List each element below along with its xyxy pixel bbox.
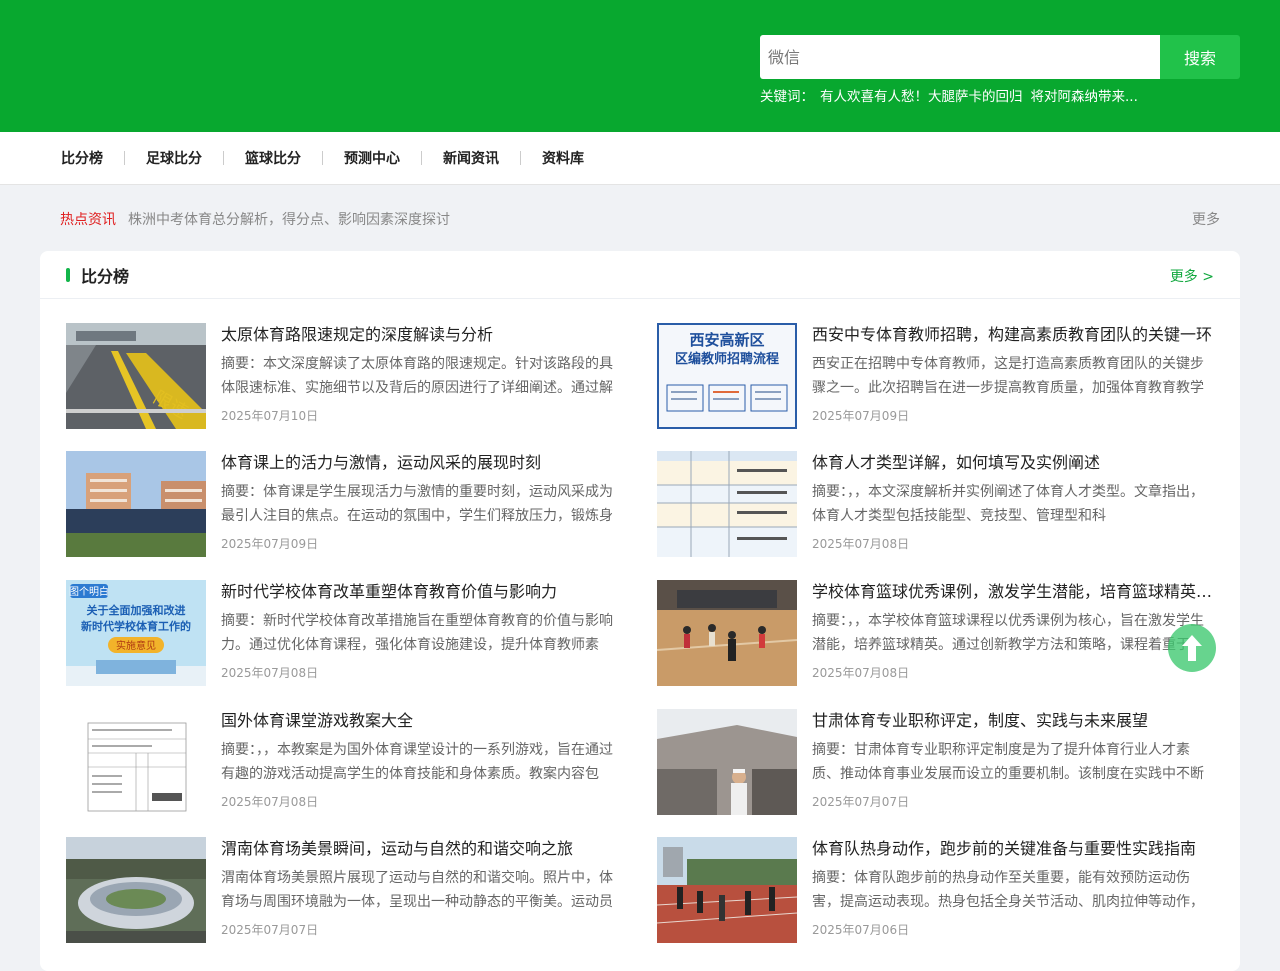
article-date: 2025年07月08日	[221, 666, 319, 680]
svg-text:图个明白: 图个明白	[69, 585, 109, 598]
arrow-up-icon	[1182, 635, 1202, 661]
main-nav: 比分榜 足球比分 篮球比分 预测中心 新闻资讯 资料库	[0, 132, 1280, 185]
article-title[interactable]: 甘肃体育专业职称评定，制度、实践与未来展望	[812, 709, 1214, 733]
article-title[interactable]: 体育队热身动作，跑步前的关键准备与重要性实践指南	[812, 837, 1214, 861]
article-item[interactable]: 国外体育课堂游戏教案大全 摘要：，，本教案是为国外体育课堂设计的一系列游戏，旨在…	[66, 709, 623, 815]
article-item[interactable]: 西安高新区 区编教师招聘流程 西安中专体育教师招聘，构建高素质教育团队的关键一环…	[657, 323, 1214, 429]
article-thumbnail[interactable]: 限速	[66, 323, 206, 429]
section-more-link[interactable]: 更多 >	[1170, 266, 1214, 286]
article-title[interactable]: 国外体育课堂游戏教案大全	[221, 709, 623, 733]
hot-news-link[interactable]: 株洲中考体育总分解析，得分点、影响因素深度探讨	[128, 212, 450, 228]
article-summary: 摘要：，，本教案是为国外体育课堂设计的一系列游戏，旨在通过有趣的游戏活动提高学生…	[221, 742, 613, 782]
article-item[interactable]: 渭南体育场美景瞬间，运动与自然的和谐交响之旅 渭南体育场美景照片展现了运动与自然…	[66, 837, 623, 943]
article-item[interactable]: 甘肃体育专业职称评定，制度、实践与未来展望 摘要：甘肃体育专业职称评定制度是为了…	[657, 709, 1214, 815]
hot-keywords: 关键词： 有人欢喜有人愁！大腿萨卡的回归 将对阿森纳带来...	[760, 85, 1138, 105]
section-header: 比分榜 更多 >	[40, 251, 1240, 299]
article-title[interactable]: 渭南体育场美景瞬间，运动与自然的和谐交响之旅	[221, 837, 623, 861]
article-summary: 西安正在招聘中专体育教师，这是打造高素质教育团队的关键步骤之一。此次招聘旨在进一…	[812, 356, 1204, 396]
article-item[interactable]: 限速 太原体育路限速规定的深度解读与分析 摘要：本文深度解读了太原体育路的限速规…	[66, 323, 623, 429]
article-date: 2025年07月10日	[221, 409, 319, 423]
search-box: 搜索	[760, 35, 1240, 79]
article-summary: 摘要：体育课是学生展现活力与激情的重要时刻，运动风采成为最引人注目的焦点。在运动…	[221, 484, 613, 524]
article-summary: 渭南体育场美景照片展现了运动与自然的和谐交响。照片中，体育场与周围环境融为一体，…	[221, 870, 613, 910]
nav-item-basketball[interactable]: 篮球比分	[224, 148, 322, 168]
article-item[interactable]: 图个明白 关于全面加强和改进 新时代学校体育工作的 实施意见 新时代学校体育改革…	[66, 580, 623, 686]
svg-text:关于全面加强和改进: 关于全面加强和改进	[87, 603, 186, 617]
search-input[interactable]	[760, 35, 1160, 79]
article-title[interactable]: 体育课上的活力与激情，运动风采的展现时刻	[221, 451, 623, 475]
article-summary: 摘要：体育队跑步前的热身动作至关重要，能有效预防运动伤害，提高运动表现。热身包括…	[812, 870, 1204, 910]
article-thumbnail[interactable]: 西安高新区 区编教师招聘流程	[657, 323, 797, 429]
nav-item-database[interactable]: 资料库	[521, 148, 605, 168]
article-date: 2025年07月08日	[812, 537, 910, 551]
article-item[interactable]: 体育人才类型详解，如何填写及实例阐述 摘要：，，本文深度解析并实例阐述了体育人才…	[657, 451, 1214, 557]
article-title[interactable]: 太原体育路限速规定的深度解读与分析	[221, 323, 623, 347]
article-item[interactable]: 体育课上的活力与激情，运动风采的展现时刻 摘要：体育课是学生展现活力与激情的重要…	[66, 451, 623, 557]
article-thumbnail[interactable]	[657, 837, 797, 943]
article-title[interactable]: 新时代学校体育改革重塑体育教育价值与影响力	[221, 580, 623, 604]
svg-text:西安高新区: 西安高新区	[689, 331, 764, 349]
nav-item-scoreboard[interactable]: 比分榜	[40, 148, 124, 168]
article-date: 2025年07月09日	[221, 537, 319, 551]
nav-item-news[interactable]: 新闻资讯	[422, 148, 520, 168]
hot-news-label: 热点资讯	[60, 212, 116, 228]
article-thumbnail[interactable]	[66, 451, 206, 557]
article-date: 2025年07月08日	[221, 795, 319, 809]
article-thumbnail[interactable]	[657, 580, 797, 686]
article-title[interactable]: 体育人才类型详解，如何填写及实例阐述	[812, 451, 1214, 475]
article-date: 2025年07月06日	[812, 923, 910, 937]
section-accent-bar	[66, 268, 70, 282]
keyword-link[interactable]: 将对阿森纳带来...	[1031, 89, 1138, 105]
article-summary: 摘要：甘肃体育专业职称评定制度是为了提升体育行业人才素质、推动体育事业发展而设立…	[812, 742, 1204, 782]
article-title[interactable]: 学校体育篮球优秀课例，激发学生潜能，培育篮球精英的教学实践	[812, 580, 1214, 604]
article-thumbnail[interactable]	[657, 709, 797, 815]
scoreboard-section: 比分榜 更多 > 限速 太原体育路限速规定的深度解读与分析 摘要：本文深度解读了…	[40, 251, 1240, 971]
article-summary: 摘要：本文深度解读了太原体育路的限速规定。针对该路段的具体限速标准、实施细节以及…	[221, 356, 613, 396]
article-item[interactable]: 体育队热身动作，跑步前的关键准备与重要性实践指南 摘要：体育队跑步前的热身动作至…	[657, 837, 1214, 943]
article-date: 2025年07月09日	[812, 409, 910, 423]
article-summary: 摘要：新时代学校体育改革措施旨在重塑体育教育的价值与影响力。通过优化体育课程，强…	[221, 613, 613, 653]
nav-item-football[interactable]: 足球比分	[125, 148, 223, 168]
article-date: 2025年07月08日	[812, 666, 910, 680]
keywords-label: 关键词：	[760, 89, 814, 105]
search-button[interactable]: 搜索	[1160, 35, 1240, 79]
svg-text:实施意见: 实施意见	[116, 639, 156, 652]
hot-news-more-link[interactable]: 更多	[1192, 209, 1220, 229]
article-thumbnail[interactable]	[657, 451, 797, 557]
article-thumbnail[interactable]	[66, 709, 206, 815]
nav-item-predictions[interactable]: 预测中心	[323, 148, 421, 168]
article-date: 2025年07月07日	[221, 923, 319, 937]
hot-news-bar: 热点资讯 株洲中考体育总分解析，得分点、影响因素深度探讨 更多	[60, 209, 1220, 229]
article-summary: 摘要：，，本学校体育篮球课程以优秀课例为核心，旨在激发学生潜能，培养篮球精英。通…	[812, 613, 1204, 653]
article-summary: 摘要：，，本文深度解析并实例阐述了体育人才类型。文章指出，体育人才类型包括技能型…	[812, 484, 1204, 524]
article-date: 2025年07月07日	[812, 795, 910, 809]
article-thumbnail[interactable]	[66, 837, 206, 943]
svg-text:区编教师招聘流程: 区编教师招聘流程	[675, 351, 779, 367]
svg-text:新时代学校体育工作的: 新时代学校体育工作的	[81, 619, 191, 633]
back-to-top-button[interactable]	[1168, 624, 1216, 672]
article-item[interactable]: 学校体育篮球优秀课例，激发学生潜能，培育篮球精英的教学实践 摘要：，，本学校体育…	[657, 580, 1214, 686]
section-title: 比分榜	[81, 267, 130, 286]
article-thumbnail[interactable]: 图个明白 关于全面加强和改进 新时代学校体育工作的 实施意见	[66, 580, 206, 686]
header-bar: 搜索 关键词： 有人欢喜有人愁！大腿萨卡的回归将对阿森纳带来...	[0, 0, 1280, 132]
article-title[interactable]: 西安中专体育教师招聘，构建高素质教育团队的关键一环	[812, 323, 1214, 347]
keyword-link[interactable]: 有人欢喜有人愁！大腿萨卡的回归	[820, 89, 1023, 105]
